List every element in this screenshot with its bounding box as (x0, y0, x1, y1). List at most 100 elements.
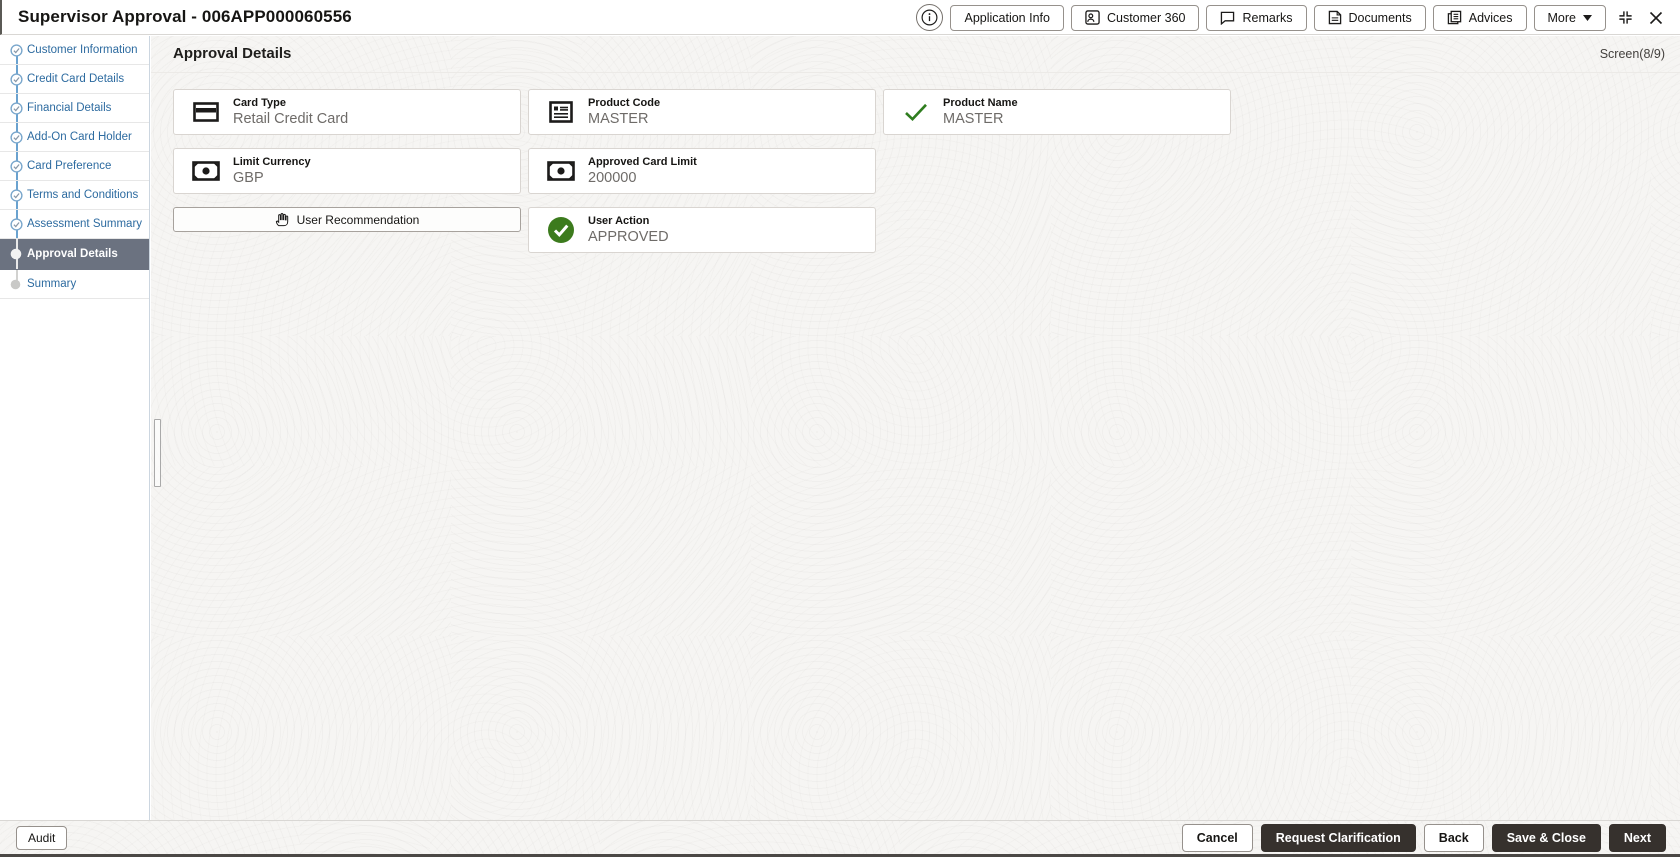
request-clarification-button[interactable]: Request Clarification (1260, 824, 1416, 852)
field-label: Limit Currency (233, 156, 311, 168)
info-button[interactable] (916, 4, 944, 31)
customer-360-button[interactable]: Customer 360 (1070, 4, 1200, 31)
step-completed-icon (10, 72, 23, 86)
step-label: Add-On Card Holder (27, 130, 132, 143)
sidebar-item-approval-details[interactable]: Approval Details (0, 239, 149, 270)
step-completed-icon (10, 159, 23, 173)
step-label: Card Preference (27, 159, 112, 172)
step-label: Summary (27, 277, 77, 290)
screen-indicator: Screen(8/9) (1599, 47, 1665, 61)
fields-row-2: Limit Currency GBP Approved Card Limit 2… (173, 148, 1231, 194)
sidebar-item-summary[interactable]: Summary (0, 270, 149, 299)
green-check-icon (901, 102, 931, 122)
step-upcoming-dot-icon (10, 279, 21, 290)
cancel-label: Cancel (1196, 831, 1238, 845)
sidebar-item-credit-card-details[interactable]: Credit Card Details (0, 65, 149, 94)
titlebar: Supervisor Approval - 006APP000060556 Ap… (0, 0, 1680, 35)
back-button[interactable]: Back (1423, 824, 1484, 852)
application-info-button[interactable]: Application Info (950, 4, 1064, 31)
cancel-button[interactable]: Cancel (1181, 824, 1253, 852)
workflow-stepper: Customer Information Credit Card Details… (0, 36, 150, 820)
sidebar-item-customer-information[interactable]: Customer Information (0, 36, 149, 65)
field-value: MASTER (588, 111, 649, 127)
audit-button[interactable]: Audit (16, 826, 68, 850)
field-card-type: Card Type Retail Credit Card (173, 89, 521, 135)
field-label: Approved Card Limit (588, 156, 697, 168)
next-button[interactable]: Next (1608, 824, 1666, 852)
step-completed-icon (10, 101, 23, 115)
field-approved-card-limit: Approved Card Limit 200000 (528, 148, 876, 194)
field-label: User Action (588, 215, 650, 227)
step-label: Assessment Summary (27, 217, 143, 230)
field-label: Product Code (588, 97, 661, 109)
close-button[interactable] (1644, 5, 1668, 31)
expand-button[interactable] (1613, 5, 1637, 31)
sidebar-item-card-preference[interactable]: Card Preference (0, 152, 149, 181)
documents-icon (1328, 10, 1342, 25)
banknote-icon (191, 161, 221, 181)
user-recommendation-button[interactable]: User Recommendation (173, 207, 521, 232)
product-form-icon (546, 101, 576, 123)
application-info-label: Application Info (964, 10, 1050, 25)
remarks-button[interactable]: Remarks (1206, 4, 1307, 31)
credit-card-icon (191, 102, 221, 122)
close-icon (1649, 11, 1663, 25)
documents-label: Documents (1348, 10, 1412, 25)
fields-row-1: Card Type Retail Credit Card Product Cod… (173, 89, 1231, 135)
advices-label: Advices (1468, 10, 1513, 25)
footer-bar: Audit Cancel Request Clarification Back … (0, 820, 1680, 857)
field-value: GBP (233, 170, 264, 186)
hand-icon (275, 212, 289, 227)
customer-360-icon (1085, 10, 1100, 25)
field-value: Retail Credit Card (233, 111, 349, 127)
sidebar-item-add-on-card-holder[interactable]: Add-On Card Holder (0, 123, 149, 152)
footer-actions: Cancel Request Clarification Back Save &… (1181, 824, 1666, 852)
step-completed-icon (10, 217, 23, 231)
page-title: Supervisor Approval - 006APP000060556 (18, 7, 352, 26)
scrollbar-thumb[interactable] (154, 419, 161, 487)
field-value: APPROVED (588, 229, 669, 245)
back-label: Back (1438, 831, 1469, 845)
sidebar-item-terms-and-conditions[interactable]: Terms and Conditions (0, 181, 149, 210)
step-completed-icon (10, 130, 23, 144)
step-active-dot-icon (10, 248, 22, 260)
advices-button[interactable]: Advices (1432, 4, 1527, 31)
request-clarification-label: Request Clarification (1275, 831, 1401, 845)
more-label: More (1547, 10, 1576, 25)
save-and-close-button[interactable]: Save & Close (1491, 824, 1601, 852)
step-label: Financial Details (27, 101, 112, 114)
field-product-name: Product Name MASTER (883, 89, 1231, 135)
chevron-down-icon (1583, 14, 1592, 21)
field-label: Product Name (943, 97, 1018, 109)
main-content: Approval Details Screen(8/9) Card Type R… (151, 36, 1680, 820)
next-label: Next (1623, 831, 1651, 845)
content-header: Approval Details Screen(8/9) (151, 36, 1680, 73)
more-button[interactable]: More (1533, 4, 1606, 31)
step-label: Terms and Conditions (27, 188, 139, 201)
banknote-icon (546, 161, 576, 181)
approval-fields: Card Type Retail Credit Card Product Cod… (173, 89, 1231, 266)
sidebar-item-assessment-summary[interactable]: Assessment Summary (0, 210, 149, 239)
field-product-code: Product Code MASTER (528, 89, 876, 135)
step-completed-icon (10, 188, 23, 202)
step-label: Credit Card Details (27, 72, 125, 85)
sidebar-item-financial-details[interactable]: Financial Details (0, 94, 149, 123)
approved-circle-check-icon (546, 216, 576, 244)
expand-icon (1617, 9, 1634, 26)
section-title: Approval Details (173, 45, 292, 62)
step-completed-icon (10, 43, 23, 57)
advices-icon (1447, 10, 1462, 25)
field-limit-currency: Limit Currency GBP (173, 148, 521, 194)
header-actions: Application Info Customer 360 Remarks Do… (916, 0, 1668, 35)
remarks-label: Remarks (1242, 10, 1293, 25)
save-and-close-label: Save & Close (1506, 831, 1586, 845)
field-user-action: User Action APPROVED (528, 207, 876, 253)
info-icon (921, 9, 938, 26)
field-value: 200000 (588, 170, 637, 186)
audit-label: Audit (28, 831, 56, 845)
field-value: MASTER (943, 111, 1004, 127)
customer-360-label: Customer 360 (1106, 10, 1186, 25)
step-label: Approval Details (27, 247, 118, 260)
field-label: Card Type (233, 97, 286, 109)
documents-button[interactable]: Documents (1313, 4, 1426, 31)
